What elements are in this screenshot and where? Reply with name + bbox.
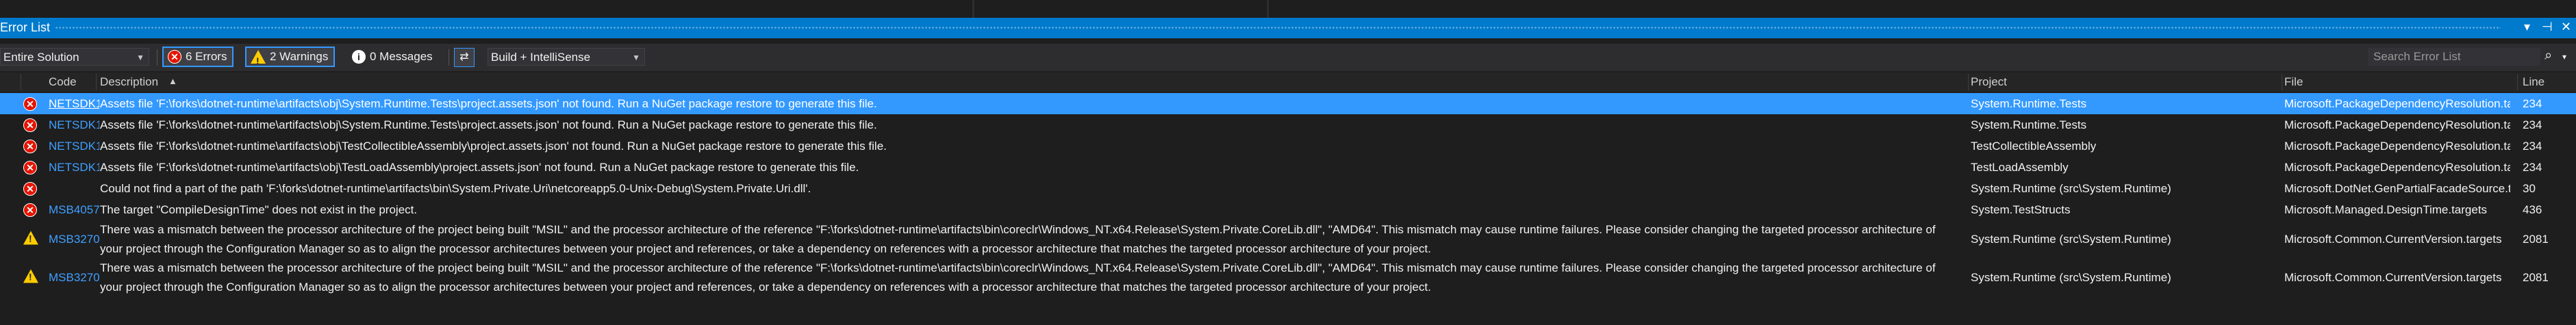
- column-divider: [1968, 74, 1969, 90]
- error-file: Microsoft.Managed.DesignTime.targets: [2284, 203, 2488, 216]
- error-project: System.Runtime.Tests: [1971, 118, 2087, 131]
- search-input[interactable]: Search Error List: [2368, 48, 2540, 66]
- titlebar-grip[interactable]: [55, 26, 2501, 30]
- error-project: System.TestStructs: [1971, 203, 2071, 216]
- column-header-file[interactable]: File: [2284, 75, 2303, 89]
- scope-value: Entire Solution: [3, 51, 79, 64]
- sort-ascending-icon: ▲: [168, 76, 177, 86]
- error-icon: ✕: [168, 50, 181, 64]
- warnings-filter-button[interactable]: ! 2 Warnings: [245, 47, 336, 67]
- column-header-code[interactable]: Code: [49, 75, 77, 89]
- table-row[interactable]: ! MSB3270 There was a mismatch between t…: [0, 259, 2576, 297]
- error-description: There was a mismatch between the process…: [100, 223, 1936, 255]
- error-icon: ✕: [23, 96, 37, 111]
- error-project: TestLoadAssembly: [1971, 160, 2069, 174]
- error-file: Microsoft.PackageDependencyResolution.ta…: [2284, 96, 2510, 110]
- error-file: Microsoft.Common.CurrentVersion.targets: [2284, 233, 2502, 246]
- column-headers: Code Description ▲ Project File Line: [0, 73, 2576, 92]
- error-description: Assets file 'F:\forks\dotnet-runtime\art…: [100, 96, 877, 110]
- column-header-description[interactable]: Description: [100, 75, 158, 89]
- error-file: Microsoft.PackageDependencyResolution.ta…: [2284, 139, 2510, 153]
- column-divider: [96, 74, 97, 90]
- error-list-toolbar: Entire Solution ▼ ✕ 6 Errors ! 2 Warning…: [0, 44, 2576, 71]
- error-project: TestCollectibleAssembly: [1971, 139, 2097, 153]
- error-description: Assets file 'F:\forks\dotnet-runtime\art…: [100, 118, 877, 131]
- error-project: System.Runtime (src\System.Runtime): [1971, 271, 2171, 284]
- error-line: 30: [2523, 181, 2536, 195]
- error-code-link[interactable]: NETSDK1004: [49, 118, 99, 132]
- table-row[interactable]: ✕ NETSDK1004 Assets file 'F:\forks\dotne…: [0, 93, 2576, 114]
- error-code-link[interactable]: MSB4057: [49, 203, 99, 217]
- warning-icon: !: [23, 231, 38, 248]
- warning-icon: !: [251, 50, 266, 66]
- table-row[interactable]: ✕ NETSDK1004 Assets file 'F:\forks\dotne…: [0, 135, 2576, 157]
- chevron-down-icon: ▼: [632, 53, 640, 62]
- error-file: Microsoft.PackageDependencyResolution.ta…: [2284, 160, 2510, 174]
- warnings-filter-label: 2 Warnings: [270, 50, 329, 63]
- table-row[interactable]: ✕ NETSDK1004 Assets file 'F:\forks\dotne…: [0, 157, 2576, 178]
- build-filter-value: Build + IntelliSense: [491, 51, 591, 64]
- column-header-line[interactable]: Line: [2523, 75, 2545, 89]
- error-description: Assets file 'F:\forks\dotnet-runtime\art…: [100, 139, 887, 153]
- error-line: 436: [2523, 203, 2542, 216]
- build-filter-dropdown[interactable]: Build + IntelliSense ▼: [488, 48, 645, 66]
- error-description: There was a mismatch between the process…: [100, 261, 1936, 294]
- info-icon: i: [352, 50, 366, 64]
- scope-dropdown[interactable]: Entire Solution ▼: [0, 48, 149, 66]
- clear-filter-button[interactable]: ⇄: [454, 48, 475, 67]
- tab-divider: [1267, 0, 1269, 18]
- error-icon: ✕: [23, 203, 37, 217]
- editor-tab-strip: [0, 0, 2576, 18]
- error-project: System.Runtime (src\System.Runtime): [1971, 233, 2171, 246]
- error-code-link[interactable]: MSB3270: [49, 233, 99, 246]
- error-line: 234: [2523, 139, 2542, 153]
- panel-title: Error List: [0, 21, 51, 34]
- error-icon: ✕: [23, 181, 37, 196]
- warning-icon: !: [23, 269, 38, 287]
- error-description: The target "CompileDesignTime" does not …: [100, 203, 418, 216]
- panel-titlebar: Error List ▾ ⊣ ✕: [0, 18, 2576, 38]
- error-project: System.Runtime.Tests: [1971, 96, 2087, 110]
- auto-hide-pin-icon[interactable]: ⊣: [2542, 20, 2553, 34]
- error-code-link[interactable]: NETSDK1004: [49, 140, 99, 153]
- errors-filter-button[interactable]: ✕ 6 Errors: [162, 47, 234, 67]
- table-row[interactable]: ✕ Could not find a part of the path 'F:\…: [0, 178, 2576, 199]
- filter-icon: ⇄: [459, 51, 469, 63]
- error-line: 234: [2523, 160, 2542, 174]
- search-icon[interactable]: ⌕: [2545, 48, 2552, 64]
- table-row[interactable]: ! MSB3270 There was a mismatch between t…: [0, 220, 2576, 259]
- error-file: Microsoft.DotNet.GenPartialFacadeSource.…: [2284, 181, 2510, 195]
- error-file: Microsoft.Common.CurrentVersion.targets: [2284, 271, 2502, 284]
- close-icon[interactable]: ✕: [2561, 20, 2571, 34]
- error-project: System.Runtime (src\System.Runtime): [1971, 181, 2171, 195]
- error-line: 234: [2523, 118, 2542, 131]
- error-code-link[interactable]: NETSDK1004: [49, 97, 99, 111]
- column-header-project[interactable]: Project: [1971, 75, 2007, 89]
- messages-filter-label: 0 Messages: [370, 50, 433, 63]
- errors-filter-label: 6 Errors: [186, 50, 227, 63]
- error-icon: ✕: [23, 139, 37, 153]
- search-options-chevron-icon[interactable]: ▾: [2562, 52, 2566, 62]
- error-description: Could not find a part of the path 'F:\fo…: [100, 181, 811, 195]
- error-code-link[interactable]: NETSDK1004: [49, 161, 99, 174]
- error-icon: ✕: [23, 118, 37, 132]
- error-line: 234: [2523, 96, 2542, 110]
- table-row[interactable]: ✕ MSB4057 The target "CompileDesignTime"…: [0, 199, 2576, 220]
- error-code-link[interactable]: MSB3270: [49, 271, 99, 285]
- error-icon: ✕: [23, 160, 37, 174]
- search-placeholder: Search Error List: [2373, 50, 2461, 63]
- table-row[interactable]: ✕ NETSDK1004 Assets file 'F:\forks\dotne…: [0, 114, 2576, 135]
- messages-filter-button[interactable]: i 0 Messages: [347, 47, 439, 67]
- chevron-down-icon: ▼: [136, 53, 144, 62]
- error-file: Microsoft.PackageDependencyResolution.ta…: [2284, 118, 2510, 131]
- error-description: Assets file 'F:\forks\dotnet-runtime\art…: [100, 160, 859, 174]
- window-position-dropdown-icon[interactable]: ▾: [2524, 20, 2530, 34]
- tab-divider: [972, 0, 974, 18]
- column-divider: [2517, 74, 2518, 90]
- error-line: 2081: [2523, 233, 2549, 246]
- error-line: 2081: [2523, 271, 2549, 284]
